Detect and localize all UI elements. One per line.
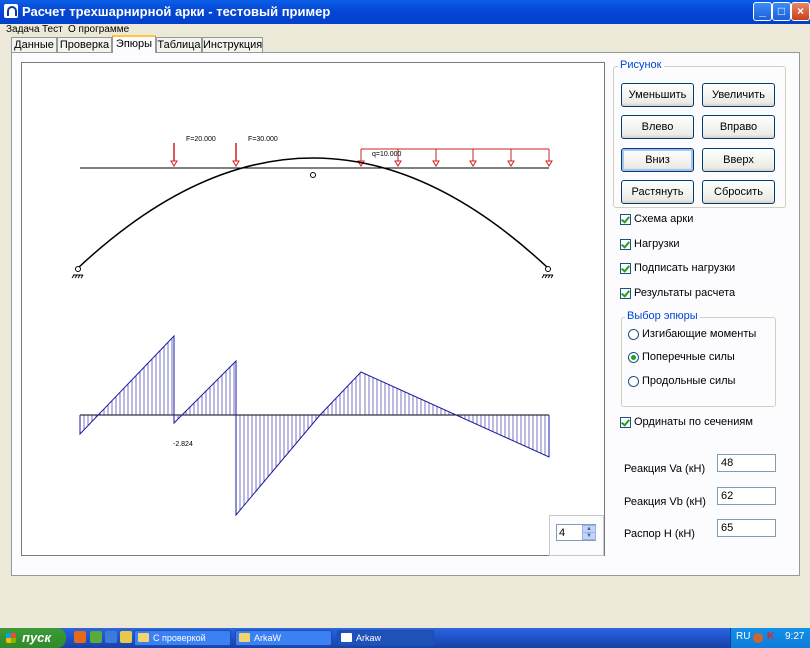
ordinates-label: Ординаты по сечениям: [634, 416, 753, 428]
messenger-icon[interactable]: [120, 631, 132, 643]
axial-label: Продольные силы: [642, 375, 736, 387]
task-label: Arkaw: [356, 633, 382, 643]
system-tray: RU K 9:27: [730, 628, 810, 648]
taskbar: пуск С проверкой ArkaW Arkaw RU K 9:27: [0, 628, 810, 648]
loads-label: Нагрузки: [634, 238, 680, 250]
epure-group-title: Выбор эпюры: [625, 310, 700, 322]
start-label: пуск: [22, 630, 51, 645]
window-title: Расчет трехшарнирной арки - тестовый при…: [22, 4, 331, 19]
app-icon: [341, 633, 352, 642]
task-label: ArkaW: [254, 633, 281, 643]
reaction-vb-field[interactable]: 62: [717, 487, 776, 505]
figure-group-title: Рисунок: [618, 59, 664, 71]
move-left-button[interactable]: Влево: [621, 115, 694, 139]
desktop-icon[interactable]: [105, 631, 117, 643]
shear-radio[interactable]: [628, 352, 639, 363]
shear-label: Поперечные силы: [642, 351, 735, 363]
load-f1-label: F=20.000: [186, 136, 216, 143]
folder-icon: [239, 633, 250, 642]
language-indicator[interactable]: RU: [736, 631, 750, 642]
reset-button[interactable]: Сбросить: [702, 180, 775, 204]
arch-scheme-checkbox[interactable]: [620, 214, 631, 225]
move-right-button[interactable]: Вправо: [702, 115, 775, 139]
shrink-button[interactable]: Уменьшить: [621, 83, 694, 107]
tab-epures[interactable]: Эпюры: [112, 35, 156, 53]
tab-data[interactable]: Данные: [11, 37, 57, 52]
results-checkbox[interactable]: [620, 288, 631, 299]
close-button[interactable]: ×: [791, 2, 810, 21]
start-button[interactable]: пуск: [0, 628, 66, 648]
reaction-va-field[interactable]: 48: [717, 454, 776, 472]
tab-table[interactable]: Таблица: [156, 37, 202, 52]
spinner-down-button[interactable]: ▼: [582, 532, 596, 540]
antivirus-icon[interactable]: K: [767, 631, 774, 642]
right-support: [541, 266, 554, 279]
axial-radio[interactable]: [628, 376, 639, 387]
task-arkaw-app[interactable]: Arkaw: [337, 630, 434, 646]
scale-spinner: ▲ ▼: [549, 515, 604, 556]
stretch-button[interactable]: Растянуть: [621, 180, 694, 204]
drawing-canvas: F=20.000 F=30.000 q=10.000 -2.824: [21, 62, 605, 556]
title-bar: Расчет трехшарнирной арки - тестовый при…: [0, 0, 810, 24]
app-icon[interactable]: [4, 4, 18, 18]
tab-check[interactable]: Проверка: [57, 37, 112, 52]
windows-logo-icon: [6, 633, 16, 643]
results-label: Результаты расчета: [634, 287, 736, 299]
clock: 9:27: [785, 631, 805, 642]
thrust-h-field[interactable]: 65: [717, 519, 776, 537]
minimize-button[interactable]: _: [753, 2, 772, 21]
sign-loads-label: Подписать нагрузки: [634, 262, 736, 274]
thrust-h-label: Распор H (кН): [624, 528, 695, 540]
moments-label: Изгибающие моменты: [642, 328, 757, 340]
task-folder-check[interactable]: С проверкой: [134, 630, 231, 646]
tab-instruction[interactable]: Инструкция: [202, 37, 263, 52]
quicklaunch-icon[interactable]: [90, 631, 102, 643]
reaction-va-label: Реакция Va (кН): [624, 463, 706, 475]
arch-scheme-label: Схема арки: [634, 213, 694, 225]
task-label: С проверкой: [153, 633, 206, 643]
loads-checkbox[interactable]: [620, 239, 631, 250]
ordinate-label: -2.824: [173, 441, 193, 448]
moments-radio[interactable]: [628, 329, 639, 340]
epure-outline: [79, 334, 550, 517]
load-q-label: q=10.000: [372, 151, 401, 158]
reaction-vb-label: Реакция Vb (кН): [624, 496, 706, 508]
menu-test[interactable]: Тест: [42, 24, 63, 35]
menu-about[interactable]: О программе: [68, 24, 129, 35]
load-f1-arrow: [170, 143, 178, 167]
move-up-button[interactable]: Вверх: [702, 148, 775, 172]
tray-app-icon[interactable]: [753, 633, 763, 643]
move-down-button[interactable]: Вниз: [621, 148, 694, 172]
left-support: [71, 266, 84, 279]
menu-task[interactable]: Задача: [6, 24, 40, 35]
sign-loads-checkbox[interactable]: [620, 263, 631, 274]
enlarge-button[interactable]: Увеличить: [702, 83, 775, 107]
ordinates-checkbox[interactable]: [620, 417, 631, 428]
load-f2-label: F=30.000: [248, 136, 278, 143]
folder-icon: [138, 633, 149, 642]
load-f2-arrow: [232, 143, 240, 167]
task-folder-arkaw[interactable]: ArkaW: [235, 630, 332, 646]
firefox-icon[interactable]: [74, 631, 86, 643]
arch-diagram: F=20.000 F=30.000 q=10.000 -2.824: [71, 136, 554, 517]
crown-hinge: [310, 172, 316, 178]
maximize-button[interactable]: □: [772, 2, 791, 21]
